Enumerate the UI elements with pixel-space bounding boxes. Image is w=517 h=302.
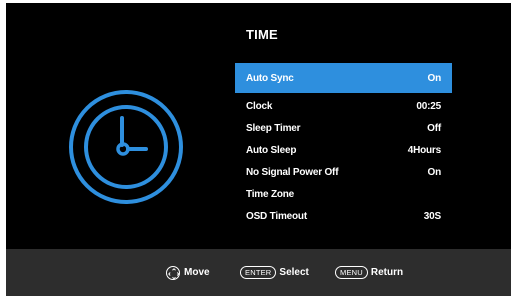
hint-select-label: Select: [279, 267, 309, 278]
menu-item-sleep-timer[interactable]: Sleep Timer Off: [235, 117, 452, 139]
menu-item-label: Sleep Timer: [246, 122, 301, 134]
hint-return-label: Return: [370, 267, 404, 278]
hint-move: Move: [166, 249, 210, 296]
menu-item-value: On: [427, 72, 442, 84]
menu-item-value: 00:25: [416, 100, 441, 112]
menu-item-value: 4Hours: [407, 144, 441, 156]
menu-item-label: No Signal Power Off: [246, 166, 339, 178]
menu-item-time-zone[interactable]: Time Zone: [235, 183, 452, 205]
menu-item-value: On: [427, 166, 442, 178]
menu-item-label: Time Zone: [246, 188, 295, 200]
menu-title: TIME: [246, 27, 278, 42]
menu-item-value: 30S: [423, 210, 441, 222]
menu-item-label: Auto Sleep: [246, 144, 297, 156]
menu-key-icon: MENU: [335, 266, 368, 279]
dpad-icon: [166, 265, 180, 280]
menu-item-auto-sync[interactable]: Auto Sync On: [235, 63, 452, 93]
menu-item-label: Clock: [246, 100, 273, 112]
menu-item-no-signal-power-off[interactable]: No Signal Power Off On: [235, 161, 452, 183]
menu-item-value: Off: [427, 122, 441, 134]
menu-item-label: OSD Timeout: [246, 210, 307, 222]
clock-icon: [69, 90, 183, 204]
hint-select: ENTER Select: [240, 249, 309, 296]
enter-key-icon: ENTER: [240, 266, 277, 279]
menu-item-osd-timeout[interactable]: OSD Timeout 30S: [235, 205, 452, 227]
time-menu-list: Auto Sync On Clock 00:25 Sleep Timer Off…: [235, 63, 452, 227]
tv-osd-screen: TIME Auto Sync On Clock 00:25 Sleep Time…: [6, 3, 511, 296]
hint-return: MENU Return: [335, 249, 403, 296]
footer-hint-bar: Move ENTER Select MENU Return: [6, 249, 511, 296]
menu-item-auto-sleep[interactable]: Auto Sleep 4Hours: [235, 139, 452, 161]
hint-move-label: Move: [184, 267, 210, 278]
menu-item-clock[interactable]: Clock 00:25: [235, 95, 452, 117]
menu-item-label: Auto Sync: [246, 72, 294, 84]
